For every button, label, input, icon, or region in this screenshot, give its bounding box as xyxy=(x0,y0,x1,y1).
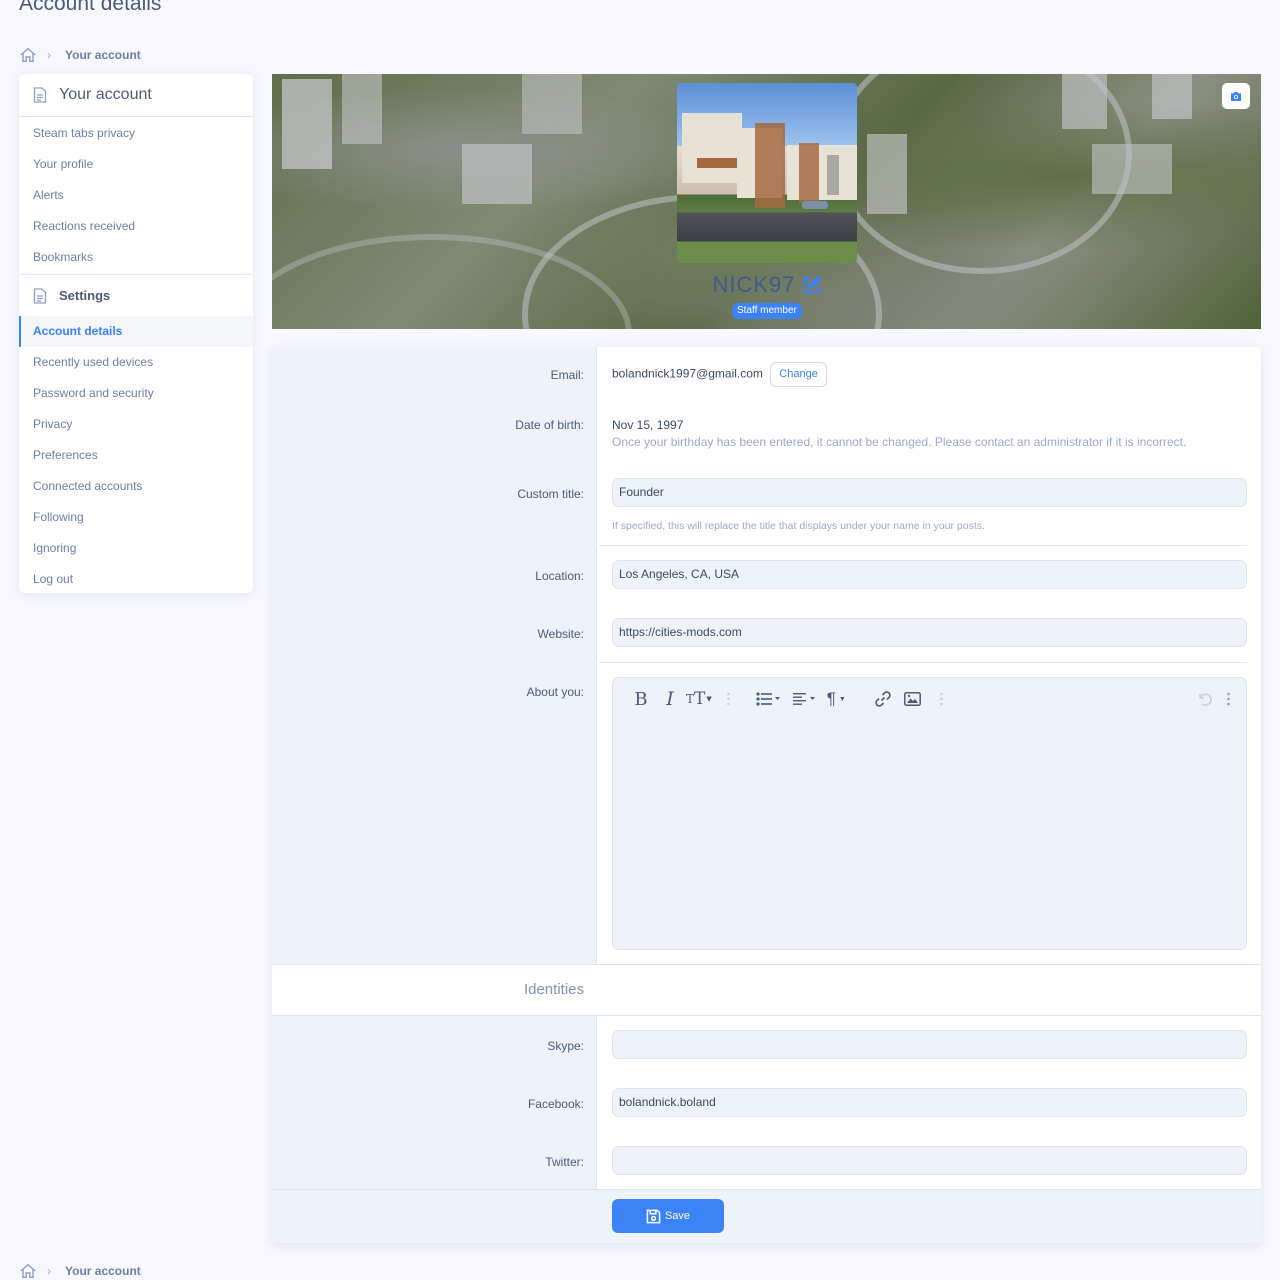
paragraph-icon[interactable]: ¶ ▼ xyxy=(827,687,846,711)
sidebar-item-ignoring[interactable]: Ignoring xyxy=(19,533,253,564)
divider xyxy=(272,1015,1261,1016)
editor-toolbar-right xyxy=(1197,687,1230,711)
breadcrumb: › Your account xyxy=(19,46,141,64)
sidebar-item-connected-accounts[interactable]: Connected accounts xyxy=(19,471,253,502)
location-label: Location: xyxy=(535,569,584,583)
document-icon xyxy=(33,87,47,103)
banner-building xyxy=(522,74,582,134)
avatar-car xyxy=(802,201,828,209)
avatar[interactable] xyxy=(677,83,857,263)
more-vertical-icon[interactable] xyxy=(935,687,949,711)
identities-header: Identities xyxy=(272,965,1261,1015)
avatar-building xyxy=(682,113,742,183)
list-icon[interactable] xyxy=(756,687,782,711)
banner-building xyxy=(1152,74,1192,119)
dob-label: Date of birth: xyxy=(515,418,584,432)
chevron-right-icon: › xyxy=(47,1264,51,1278)
avatar-building xyxy=(787,145,857,200)
about-editor[interactable]: B I T T ▼ ¶ ▼ xyxy=(612,677,1247,950)
breadcrumb-your-account[interactable]: Your account xyxy=(65,48,141,62)
sidebar-item-account-details[interactable]: Account details xyxy=(19,316,253,347)
sidebar-item-password-and-security[interactable]: Password and security xyxy=(19,378,253,409)
skype-label: Skype: xyxy=(547,1039,584,1053)
dob-hint: Once your birthday has been entered, it … xyxy=(612,435,1187,449)
facebook-input[interactable]: bolandnick.boland xyxy=(612,1088,1247,1117)
page-title: Account details xyxy=(19,0,162,15)
username-text: NICK97 xyxy=(712,272,796,297)
label-column xyxy=(272,347,597,964)
identities-heading: Identities xyxy=(523,981,584,998)
custom-title-hint: If specified, this will replace the titl… xyxy=(612,520,985,532)
twitter-label: Twitter: xyxy=(545,1155,584,1169)
camera-icon xyxy=(1230,91,1242,102)
sidebar-section-title: Your account xyxy=(59,86,152,103)
sidebar-item-recently-used-devices[interactable]: Recently used devices xyxy=(19,347,253,378)
document-icon xyxy=(33,287,47,304)
skype-input[interactable] xyxy=(612,1030,1247,1059)
profile-banner: NICK97 Staff member xyxy=(272,74,1261,329)
home-icon[interactable] xyxy=(19,46,37,64)
custom-title-input[interactable]: Founder xyxy=(612,478,1247,507)
banner-building xyxy=(282,79,332,169)
link-icon[interactable] xyxy=(874,687,892,711)
text-size-icon[interactable]: T T ▼ xyxy=(686,687,712,711)
sidebar-item-steam-tabs-privacy[interactable]: Steam tabs privacy xyxy=(19,118,253,149)
form-footer: Save xyxy=(272,1190,1261,1243)
italic-icon[interactable]: I xyxy=(660,687,680,711)
avatar-building xyxy=(755,123,785,208)
sidebar-item-preferences[interactable]: Preferences xyxy=(19,440,253,471)
banner-road xyxy=(832,74,1132,274)
banner-building xyxy=(342,74,382,144)
website-label: Website: xyxy=(537,627,584,641)
sidebar-item-reactions-received[interactable]: Reactions received xyxy=(19,211,253,242)
website-input[interactable]: https://cities-mods.com xyxy=(612,618,1247,647)
username: NICK97 xyxy=(692,272,842,298)
account-details-form: Email: bolandnick1997@gmail.com Change D… xyxy=(272,347,1261,1243)
save-icon xyxy=(646,1209,661,1224)
sidebar-item-following[interactable]: Following xyxy=(19,502,253,533)
bold-icon[interactable]: B xyxy=(631,687,651,711)
change-email-button[interactable]: Change xyxy=(770,362,827,387)
twitter-input[interactable] xyxy=(612,1146,1247,1175)
email-value-row: bolandnick1997@gmail.com Change xyxy=(612,362,827,387)
save-button[interactable]: Save xyxy=(612,1199,724,1233)
breadcrumb-your-account[interactable]: Your account xyxy=(65,1264,141,1278)
email-value: bolandnick1997@gmail.com xyxy=(612,366,763,381)
sidebar-item-bookmarks[interactable]: Bookmarks xyxy=(19,242,253,273)
avatar-building xyxy=(827,155,839,195)
align-icon[interactable] xyxy=(792,687,819,711)
sidebar-section-title: Settings xyxy=(59,288,111,303)
sidebar-item-alerts[interactable]: Alerts xyxy=(19,180,253,211)
sidebar-item-your-profile[interactable]: Your profile xyxy=(19,149,253,180)
about-label: About you: xyxy=(526,685,584,699)
more-vertical-icon[interactable] xyxy=(722,687,736,711)
custom-title-label: Custom title: xyxy=(517,487,584,501)
save-label: Save xyxy=(664,1210,691,1222)
edit-icon[interactable] xyxy=(802,275,822,295)
sidebar-item-log-out[interactable]: Log out xyxy=(19,564,253,593)
more-vertical-icon[interactable] xyxy=(1227,687,1230,711)
change-banner-button[interactable] xyxy=(1222,83,1250,109)
account-sidebar: Your account Steam tabs privacy Your pro… xyxy=(19,74,253,593)
sidebar-item-privacy[interactable]: Privacy xyxy=(19,409,253,440)
home-icon[interactable] xyxy=(19,1262,37,1280)
chevron-right-icon: › xyxy=(47,48,51,62)
facebook-label: Facebook: xyxy=(527,1097,584,1111)
email-label: Email: xyxy=(550,368,584,382)
avatar-building xyxy=(697,158,737,168)
image-icon[interactable] xyxy=(903,687,921,711)
location-input[interactable]: Los Angeles, CA, USA xyxy=(612,560,1247,589)
divider xyxy=(598,545,1247,546)
dob-value: Nov 15, 1997 xyxy=(612,418,684,432)
breadcrumb-bottom: › Your account xyxy=(19,1262,141,1280)
divider xyxy=(598,662,1247,663)
sidebar-section-your-account[interactable]: Your account xyxy=(19,74,253,117)
banner-building xyxy=(462,144,532,204)
staff-badge: Staff member xyxy=(732,303,802,319)
avatar-building xyxy=(799,143,819,203)
editor-toolbar: B I T T ▼ ¶ ▼ xyxy=(631,687,949,711)
sidebar-section-settings[interactable]: Settings xyxy=(19,274,253,316)
undo-icon[interactable] xyxy=(1197,687,1213,711)
